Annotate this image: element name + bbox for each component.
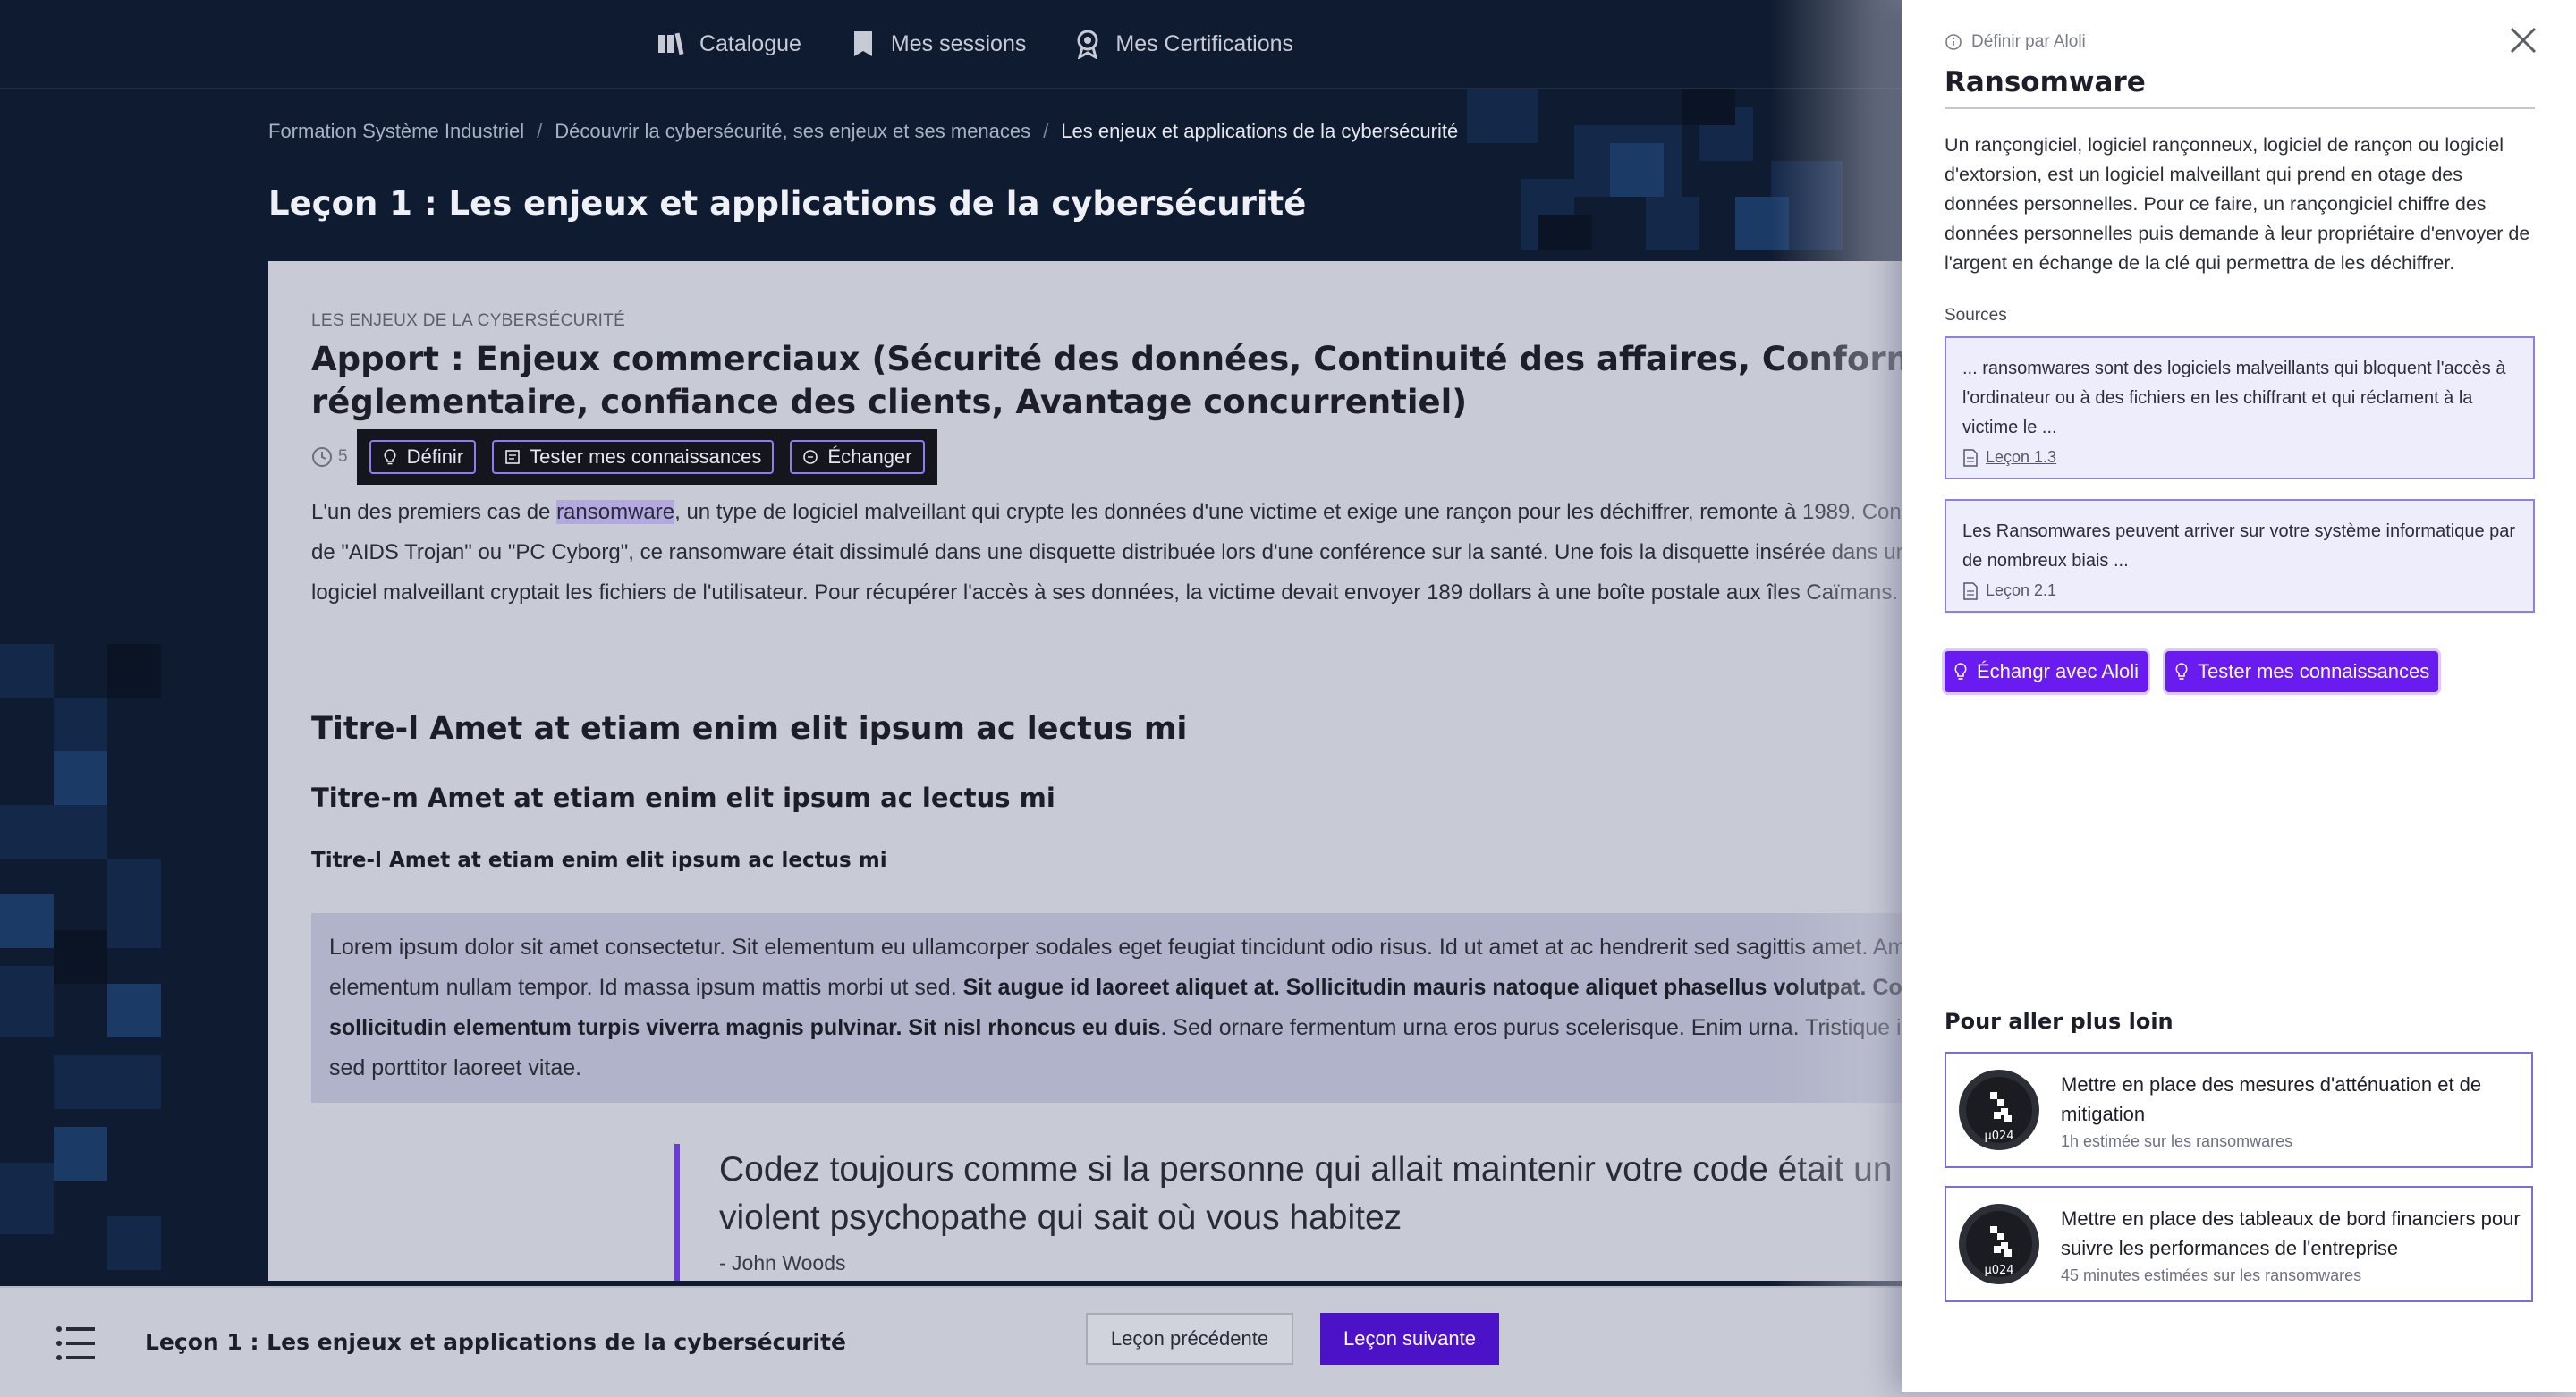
test-knowledge-button[interactable]: Tester mes connaissances	[492, 440, 775, 474]
further-reading-title: Pour aller plus loin	[1945, 1009, 2174, 1034]
recommendation-title: Mettre en place des mesures d'atténuatio…	[2061, 1072, 2482, 1125]
nav-item-catalogue[interactable]: Catalogue	[657, 29, 801, 59]
recommendation-subtitle: 45 minutes estimées sur les ransomwares	[2061, 1266, 2362, 1284]
panel-actions: Échangr avec Aloli Tester mes connaissan…	[1945, 651, 2439, 692]
panel-fade	[1771, 0, 1905, 1397]
recommendation-text: Mettre en place des mesures d'atténuatio…	[2061, 1070, 2531, 1151]
breadcrumb-item-course[interactable]: Formation Système Industriel	[268, 120, 524, 143]
lightbulb-icon	[1954, 663, 1967, 680]
definition-panel: Définir par Aloli Ransomware Un rançongi…	[1902, 0, 2576, 1392]
nav-item-certifications[interactable]: Mes Certifications	[1072, 29, 1293, 59]
previous-lesson-button[interactable]: Leçon précédente	[1086, 1313, 1293, 1365]
menu-list-icon[interactable]	[55, 1324, 97, 1363]
nav-label-sessions: Mes sessions	[890, 30, 1027, 56]
section-heading: Apport : Enjeux commerciaux (Sécurité de…	[311, 340, 1970, 421]
nav-label-catalogue: Catalogue	[699, 30, 801, 56]
defined-by-label: Définir par Aloli	[1971, 32, 2086, 51]
define-button[interactable]: Définir	[369, 440, 477, 474]
duration: 5	[311, 446, 348, 468]
breadcrumb: Formation Système Industriel / Découvrir…	[268, 120, 1458, 143]
exchange-label: Échanger	[827, 445, 912, 468]
course-badge-icon: µ024	[1959, 1204, 2039, 1284]
lightbulb-icon	[2175, 663, 2188, 680]
page-title: Leçon 1 : Les enjeux et applications de …	[268, 184, 1307, 223]
selected-term[interactable]: ransomware	[556, 500, 675, 524]
breadcrumb-separator: /	[537, 120, 543, 142]
source-card[interactable]: Les Ransomwares peuvent arriver sur votr…	[1945, 499, 2535, 613]
badge-label: µ024	[1984, 1130, 2013, 1143]
recommendation-card[interactable]: µ024 Mettre en place des mesures d'attén…	[1945, 1052, 2533, 1168]
badge-label: µ024	[1984, 1264, 2013, 1277]
chat-icon	[803, 450, 818, 464]
term-definition: Un rançongiciel, logiciel rançonneux, lo…	[1945, 134, 2530, 274]
source-excerpt: ... ransomwares sont des logiciels malve…	[1962, 359, 2506, 437]
document-icon	[1963, 448, 1978, 467]
selection-toolbar: Définir Tester mes connaissances Échange…	[356, 429, 937, 485]
bookmark-icon	[853, 31, 872, 56]
recommendation-text: Mettre en place des tableaux de bord fin…	[2061, 1204, 2531, 1285]
panel-test-knowledge-button[interactable]: Tester mes connaissances	[2165, 651, 2439, 692]
course-badge-icon: µ024	[1959, 1070, 2039, 1150]
lightbulb-icon	[384, 449, 396, 465]
next-lesson-button[interactable]: Leçon suivante	[1320, 1313, 1499, 1365]
recommendation-card[interactable]: µ024 Mettre en place des tableaux de bor…	[1945, 1186, 2533, 1302]
nav-label-certifications: Mes Certifications	[1115, 30, 1294, 56]
award-icon	[1077, 30, 1098, 59]
divider	[1945, 107, 2535, 109]
source-link[interactable]: Leçon 1.3	[1962, 448, 2517, 467]
exchange-with-aloli-label: Échangr avec Aloli	[1977, 660, 2139, 682]
quiz-icon	[505, 450, 520, 464]
catalog-icon	[657, 32, 684, 55]
defined-by: Définir par Aloli	[1945, 32, 2086, 52]
source-link[interactable]: Leçon 2.1	[1962, 581, 2517, 600]
source-excerpt: Les Ransomwares peuvent arriver sur votr…	[1962, 521, 2516, 571]
sources-label: Sources	[1945, 306, 2007, 325]
source-card[interactable]: ... ransomwares sont des logiciels malve…	[1945, 336, 2535, 479]
close-icon[interactable]	[2506, 23, 2540, 57]
breadcrumb-separator: /	[1043, 120, 1049, 142]
panel-test-knowledge-label: Tester mes connaissances	[2198, 660, 2430, 682]
breadcrumb-item-current: Les enjeux et applications de la cybersé…	[1061, 120, 1459, 142]
clock-icon	[312, 447, 332, 467]
recommendation-subtitle: 1h estimée sur les ransomwares	[2061, 1131, 2293, 1150]
duration-value: 5	[338, 447, 348, 466]
source-link-label: Leçon 2.1	[1986, 581, 2057, 599]
source-link-label: Leçon 1.3	[1986, 448, 2057, 466]
define-label: Définir	[406, 445, 464, 468]
exchange-button[interactable]: Échanger	[790, 440, 925, 474]
exchange-with-aloli-button[interactable]: Échangr avec Aloli	[1945, 651, 2148, 692]
intro-text-start: L'un des premiers cas de	[311, 500, 557, 524]
nav-item-sessions[interactable]: Mes sessions	[848, 29, 1026, 59]
document-icon	[1963, 581, 1978, 600]
info-icon	[1945, 34, 1962, 50]
recommendation-title: Mettre en place des tableaux de bord fin…	[2061, 1206, 2521, 1259]
breadcrumb-item-module[interactable]: Découvrir la cybersécurité, ses enjeux e…	[555, 120, 1030, 143]
footer-lesson-title: Leçon 1 : Les enjeux et applications de …	[145, 1329, 846, 1355]
test-knowledge-label: Tester mes connaissances	[530, 445, 762, 468]
term-title: Ransomware	[1945, 66, 2146, 98]
